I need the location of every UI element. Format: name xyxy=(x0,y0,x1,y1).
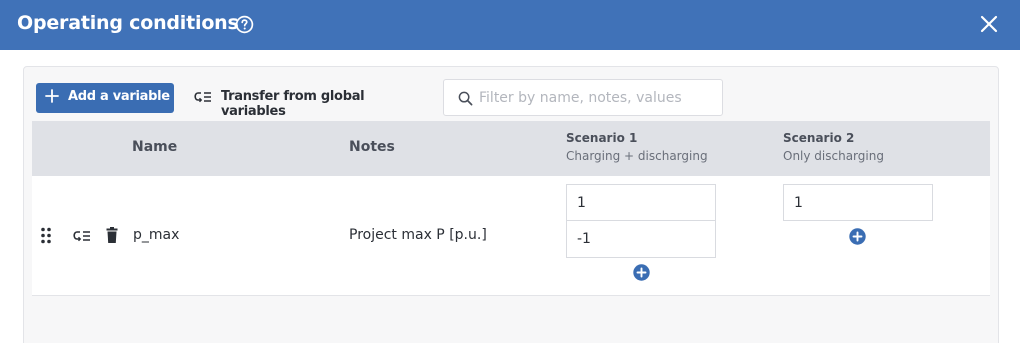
scenario-1-value-2[interactable] xyxy=(566,220,716,258)
drag-handle-icon[interactable] xyxy=(41,227,51,244)
scenario-2-value-1[interactable] xyxy=(783,184,933,221)
column-header-scenario-1: Scenario 1 xyxy=(566,131,638,145)
variable-notes: Project max P [p.u.] xyxy=(349,227,487,243)
scenario-1-description: Charging + discharging xyxy=(566,149,708,163)
help-circle-icon[interactable] xyxy=(235,15,254,34)
column-header-notes: Notes xyxy=(349,139,395,155)
transfer-icon[interactable] xyxy=(73,230,91,244)
filter-input[interactable] xyxy=(479,88,715,108)
add-variable-label: Add a variable xyxy=(68,89,170,104)
scenario-2-description: Only discharging xyxy=(783,149,884,163)
column-header-scenario-2: Scenario 2 xyxy=(783,131,855,145)
close-icon[interactable] xyxy=(980,15,998,33)
add-variable-button[interactable]: Add a variable xyxy=(36,83,174,113)
add-circle-icon[interactable] xyxy=(849,228,866,245)
transfer-from-global-button[interactable]: Transfer from global variables xyxy=(192,83,432,119)
dialog-header: Operating conditions xyxy=(0,0,1020,50)
trash-icon[interactable] xyxy=(106,227,118,243)
table-row: p_max Project max P [p.u.] xyxy=(32,176,990,296)
search-icon xyxy=(458,91,473,106)
table-header: Name Notes Scenario 1 Charging + dischar… xyxy=(32,121,990,176)
transfer-from-global-label: Transfer from global variables xyxy=(221,89,365,119)
transfer-icon xyxy=(194,92,211,103)
scenario-1-value-1[interactable] xyxy=(566,184,716,221)
filter-box xyxy=(443,79,723,116)
plus-icon xyxy=(45,89,59,103)
column-header-name: Name xyxy=(132,139,178,155)
variable-name: p_max xyxy=(133,227,180,243)
add-circle-icon[interactable] xyxy=(633,264,650,281)
dialog-title: Operating conditions xyxy=(17,12,239,34)
